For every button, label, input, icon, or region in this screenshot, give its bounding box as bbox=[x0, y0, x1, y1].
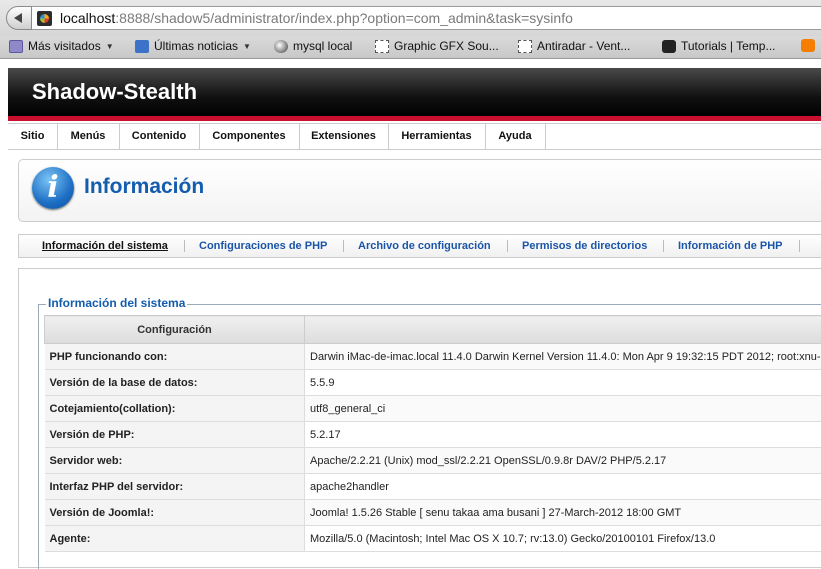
table-row: Servidor web:Apache/2.2.21 (Unix) mod_ss… bbox=[45, 448, 821, 474]
chevron-down-icon: ▼ bbox=[106, 42, 114, 51]
tab-separator bbox=[799, 240, 800, 252]
page-title-box: i Información bbox=[18, 159, 821, 222]
bookmarks-toolbar: Más visitados ▼ Últimas noticias ▼ mysql l… bbox=[0, 36, 821, 59]
bookmark-mysql-local[interactable]: mysql local bbox=[274, 39, 352, 53]
submenu-tabs: Información del sistema Configuraciones … bbox=[18, 234, 821, 258]
bookmark-label: mysql local bbox=[293, 39, 352, 53]
tab-separator bbox=[343, 240, 344, 252]
tab-permisos-directorios[interactable]: Permisos de directorios bbox=[522, 240, 647, 252]
row-key: PHP funcionando con: bbox=[45, 344, 305, 370]
row-value: apache2handler bbox=[305, 474, 821, 500]
fieldset-border bbox=[38, 304, 39, 569]
table-row: Interfaz PHP del servidor:apache2handler bbox=[45, 474, 821, 500]
row-value: 5.5.9 bbox=[305, 370, 821, 396]
row-value: 5.2.17 bbox=[305, 422, 821, 448]
table-row: Versión de Joomla!:Joomla! 1.5.26 Stable… bbox=[45, 500, 821, 526]
url-text[interactable]: localhost:8888/shadow5/administrator/ind… bbox=[60, 10, 573, 26]
globe-icon bbox=[274, 40, 288, 53]
bookmark-mas-visitados[interactable]: Más visitados ▼ bbox=[9, 39, 114, 53]
bookmark-graphic-gfx[interactable]: Graphic GFX Sou... bbox=[375, 39, 499, 53]
main-menu: Sitio Menús Contenido Componentes Extens… bbox=[8, 123, 821, 150]
site-title: Shadow-Stealth bbox=[32, 79, 197, 105]
page-icon bbox=[375, 40, 389, 53]
folder-icon bbox=[9, 40, 23, 53]
page-icon bbox=[518, 40, 532, 53]
row-key: Agente: bbox=[45, 526, 305, 552]
menu-componentes[interactable]: Componentes bbox=[199, 124, 300, 149]
puzzle-icon bbox=[662, 40, 676, 53]
table-row: Cotejamiento(collation):utf8_general_ci bbox=[45, 396, 821, 422]
bookmark-label: Últimas noticias bbox=[154, 39, 238, 53]
blogger-icon bbox=[801, 39, 815, 52]
row-key: Versión de Joomla!: bbox=[45, 500, 305, 526]
sysinfo-table: Configuración PHP funcionando con:Darwin… bbox=[44, 315, 821, 552]
header-divider bbox=[8, 116, 821, 121]
admin-page: Shadow-Stealth Sitio Menús Contenido Com… bbox=[8, 68, 821, 563]
table-header-row: Configuración bbox=[45, 316, 821, 344]
bookmark-label: Más visitados bbox=[28, 39, 101, 53]
tab-separator bbox=[663, 240, 664, 252]
bookmark-label: Antiradar - Vent... bbox=[537, 39, 630, 53]
tab-configuraciones-php[interactable]: Configuraciones de PHP bbox=[199, 240, 327, 252]
row-value: Joomla! 1.5.26 Stable [ senu takaa ama b… bbox=[305, 500, 821, 526]
bookmark-antiradar[interactable]: Antiradar - Vent... bbox=[518, 39, 630, 53]
menu-contenido[interactable]: Contenido bbox=[119, 124, 200, 149]
tab-archivo-configuracion[interactable]: Archivo de configuración bbox=[358, 240, 491, 252]
page-title: Información bbox=[84, 175, 204, 199]
table-row: Versión de PHP:5.2.17 bbox=[45, 422, 821, 448]
joomla-favicon-icon bbox=[37, 11, 52, 26]
tab-informacion-php[interactable]: Información de PHP bbox=[678, 240, 783, 252]
sysinfo-panel: Información del sistema Configuración PH… bbox=[18, 268, 821, 568]
column-header-configuracion: Configuración bbox=[45, 316, 305, 344]
row-value: Darwin iMac-de-imac.local 11.4.0 Darwin … bbox=[305, 344, 821, 370]
column-header-value bbox=[305, 316, 821, 344]
menu-sitio[interactable]: Sitio bbox=[8, 124, 58, 149]
back-button[interactable] bbox=[6, 6, 32, 30]
tab-separator bbox=[184, 240, 185, 252]
row-value: Apache/2.2.21 (Unix) mod_ssl/2.2.21 Open… bbox=[305, 448, 821, 474]
row-value: Mozilla/5.0 (Macintosh; Intel Mac OS X 1… bbox=[305, 526, 821, 552]
menu-herramientas[interactable]: Herramientas bbox=[388, 124, 486, 149]
rss-icon bbox=[135, 40, 149, 53]
chevron-down-icon: ▼ bbox=[243, 42, 251, 51]
url-host: localhost bbox=[60, 10, 115, 26]
browser-toolbar: localhost:8888/shadow5/administrator/ind… bbox=[0, 0, 821, 36]
address-bar[interactable]: localhost:8888/shadow5/administrator/ind… bbox=[32, 6, 821, 30]
row-key: Servidor web: bbox=[45, 448, 305, 474]
section-legend: Información del sistema bbox=[46, 296, 187, 310]
tab-separator bbox=[507, 240, 508, 252]
bookmark-label: Tutorials | Temp... bbox=[681, 39, 775, 53]
row-key: Interfaz PHP del servidor: bbox=[45, 474, 305, 500]
info-icon: i bbox=[32, 167, 74, 209]
row-value: utf8_general_ci bbox=[305, 396, 821, 422]
url-path: :8888/shadow5/administrator/index.php?op… bbox=[115, 10, 573, 26]
row-key: Cotejamiento(collation): bbox=[45, 396, 305, 422]
menu-ayuda[interactable]: Ayuda bbox=[485, 124, 546, 149]
table-row: Agente:Mozilla/5.0 (Macintosh; Intel Mac… bbox=[45, 526, 821, 552]
row-key: Versión de PHP: bbox=[45, 422, 305, 448]
menu-extensiones[interactable]: Extensiones bbox=[299, 124, 389, 149]
site-header: Shadow-Stealth bbox=[8, 68, 821, 116]
bookmark-tutorials[interactable]: Tutorials | Temp... bbox=[662, 39, 775, 53]
bookmark-blogger[interactable] bbox=[801, 39, 820, 52]
bookmark-label: Graphic GFX Sou... bbox=[394, 39, 499, 53]
bookmark-ultimas-noticias[interactable]: Últimas noticias ▼ bbox=[135, 39, 251, 53]
tab-informacion-del-sistema[interactable]: Información del sistema bbox=[42, 240, 168, 252]
table-row: PHP funcionando con:Darwin iMac-de-imac.… bbox=[45, 344, 821, 370]
row-key: Versión de la base de datos: bbox=[45, 370, 305, 396]
table-row: Versión de la base de datos:5.5.9 bbox=[45, 370, 821, 396]
menu-menus[interactable]: Menús bbox=[57, 124, 120, 149]
